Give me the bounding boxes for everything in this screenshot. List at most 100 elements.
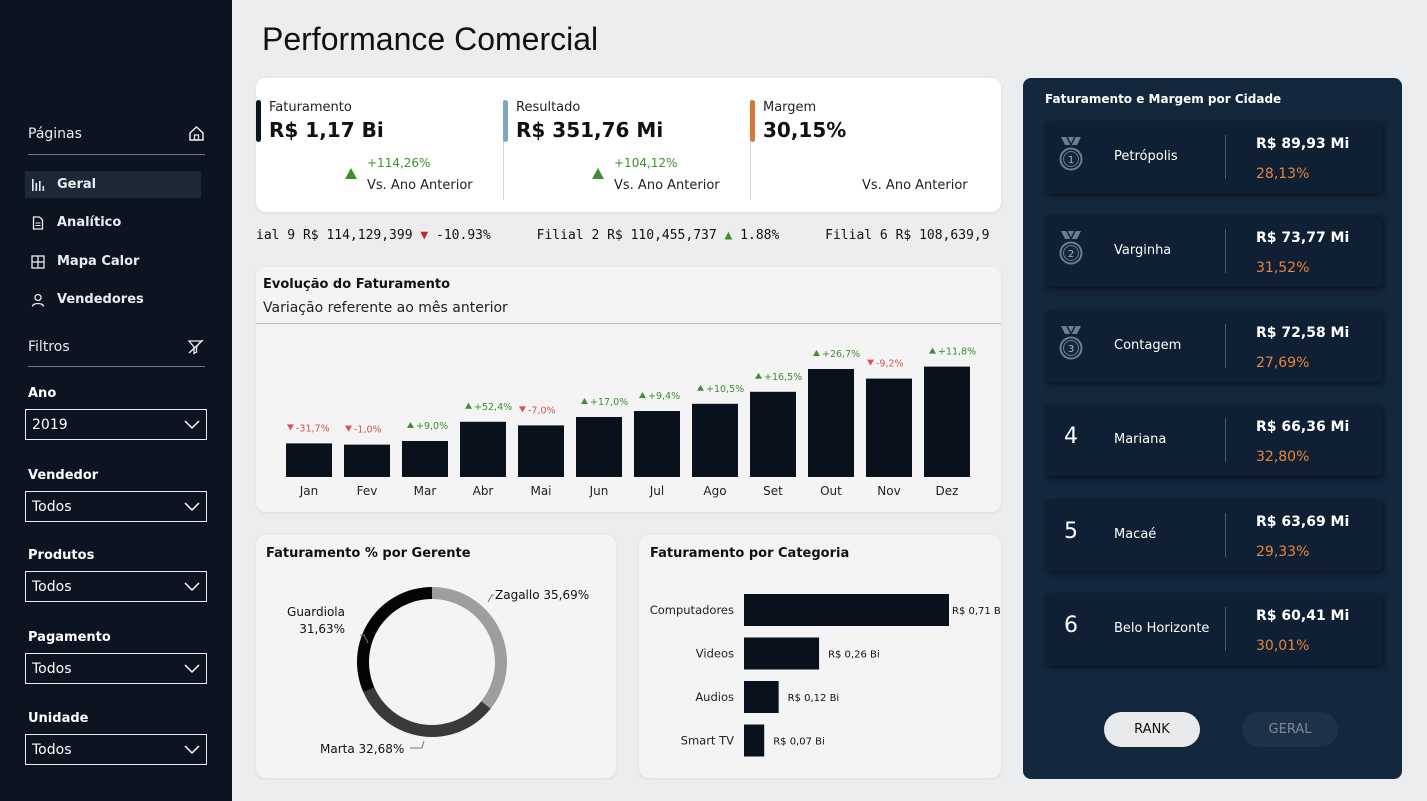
filter-label-vendedor: Vendedor xyxy=(28,468,99,483)
category-title: Faturamento por Categoria xyxy=(650,546,850,561)
ticker-change: 1.88% xyxy=(740,228,780,243)
person-icon xyxy=(31,293,45,307)
variation-label: +11,8% xyxy=(938,347,976,358)
divider xyxy=(28,154,205,155)
x-tick-label: Jun xyxy=(589,484,609,498)
filter-select-ano[interactable]: 2019 xyxy=(25,409,207,440)
chevron-down-icon xyxy=(184,419,200,429)
filters-header: Filtros xyxy=(28,338,205,356)
slice-label-guardiola-value: 31,63% xyxy=(299,622,345,636)
up-arrow-icon xyxy=(345,168,357,179)
filter-value: 2019 xyxy=(32,416,68,433)
bar-jun[interactable] xyxy=(576,417,622,477)
variation-label: -1,0% xyxy=(354,425,382,436)
bar-set[interactable] xyxy=(750,391,796,477)
rank-margin: 31,52% xyxy=(1256,260,1310,276)
kpi-change: +114,26% xyxy=(367,156,431,170)
bar-jul[interactable] xyxy=(634,411,680,477)
variation-label: +9,0% xyxy=(416,421,448,432)
rank-value: R$ 66,36 Mi xyxy=(1256,419,1350,435)
x-tick-label: Abr xyxy=(473,484,494,498)
slice-guardiola[interactable] xyxy=(357,587,432,693)
variation-label: +26,7% xyxy=(822,349,860,360)
clear-filter-icon[interactable] xyxy=(187,338,205,356)
x-tick-label: Dez xyxy=(936,484,959,498)
x-tick-label: Out xyxy=(820,484,842,498)
bar-ago[interactable] xyxy=(692,403,738,477)
variation-label: -31,7% xyxy=(296,423,330,434)
down-arrow-icon xyxy=(287,424,294,431)
kpi-compare: Vs. Ano Anterior xyxy=(614,178,720,193)
kpi-faturamento: Faturamento R$ 1,17 Bi +114,26% Vs. Ano … xyxy=(256,100,502,212)
medal-icon: 3 xyxy=(1059,325,1083,360)
ticker-name: Filial 2 xyxy=(536,228,600,243)
variation-label: +52,4% xyxy=(474,402,512,413)
chevron-down-icon xyxy=(184,501,200,511)
filter-select-unidade[interactable]: Todos xyxy=(25,734,207,765)
bar-mar[interactable] xyxy=(402,441,448,477)
rank-margin: 30,01% xyxy=(1256,638,1310,654)
home-icon[interactable] xyxy=(188,125,205,142)
bar-mai[interactable] xyxy=(518,425,564,477)
leader-line xyxy=(487,594,494,603)
bar-out[interactable] xyxy=(808,369,854,477)
filter-select-pagamento[interactable]: Todos xyxy=(25,653,207,684)
nav-item-vendedores[interactable]: Vendedores xyxy=(25,286,201,313)
kpi-value: 30,15% xyxy=(763,118,847,142)
x-tick-label: Nov xyxy=(877,484,900,498)
up-arrow-icon: ▲ xyxy=(724,228,733,243)
bar-abr[interactable] xyxy=(460,421,506,477)
filter-select-produtos[interactable]: Todos xyxy=(25,571,207,602)
rank-button[interactable]: RANK xyxy=(1104,712,1200,747)
kpi-accent-bar xyxy=(256,100,261,142)
document-icon xyxy=(32,215,44,230)
rank-card-6: 6 Belo Horizonte R$ 60,41 Mi 30,01% xyxy=(1045,593,1382,665)
nav-label: Geral xyxy=(57,177,97,192)
sidebar: Páginas Geral Analítico Mapa Calor Vende… xyxy=(0,0,232,801)
bar-fev[interactable] xyxy=(344,444,390,477)
kpi-value: R$ 1,17 Bi xyxy=(269,118,384,142)
rank-city: Mariana xyxy=(1114,432,1167,447)
evolution-title: Evolução do Faturamento xyxy=(263,277,451,292)
bar-audios[interactable] xyxy=(744,681,779,713)
medal-icon: 2 xyxy=(1059,230,1083,265)
kpi-accent-bar xyxy=(503,100,508,142)
city-ranking-panel: Faturamento e Margem por Cidade 1 Petrópo… xyxy=(1023,78,1402,779)
data-label: R$ 0,12 Bi xyxy=(788,693,840,704)
slice-marta[interactable] xyxy=(363,687,491,737)
rank-position: 6 xyxy=(1064,613,1078,638)
filter-select-vendedor[interactable]: Todos xyxy=(25,491,207,522)
down-arrow-icon xyxy=(345,425,352,432)
bar-videos[interactable] xyxy=(744,637,820,670)
nav-item-geral[interactable]: Geral xyxy=(25,171,201,198)
y-tick-label: Computadores xyxy=(650,603,734,617)
up-arrow-icon xyxy=(697,384,704,391)
variation-label: -7,0% xyxy=(528,405,556,416)
filter-value: Todos xyxy=(32,660,72,677)
slice-zagallo[interactable] xyxy=(432,587,507,709)
y-tick-label: Smart TV xyxy=(681,734,734,748)
bar-nov[interactable] xyxy=(866,378,912,477)
ticker-value: R$ 108,639,9 xyxy=(895,228,990,243)
ticker-item: ial 9 R$ 114,129,399 ▼ -10.93% xyxy=(256,228,491,243)
geral-button[interactable]: GERAL xyxy=(1242,712,1338,747)
rank-value: R$ 60,41 Mi xyxy=(1256,608,1350,624)
kpi-card: Faturamento R$ 1,17 Bi +114,26% Vs. Ano … xyxy=(256,78,1001,212)
kpi-compare: Vs. Ano Anterior xyxy=(367,178,473,193)
bar-smart-tv[interactable] xyxy=(744,724,765,757)
bar-jan[interactable] xyxy=(286,443,332,477)
rank-position: 5 xyxy=(1064,519,1078,544)
up-arrow-icon xyxy=(581,398,588,404)
kpi-accent-bar xyxy=(750,100,755,142)
bar-dez[interactable] xyxy=(924,366,970,477)
up-arrow-icon xyxy=(755,372,762,379)
kpi-value: R$ 351,76 Mi xyxy=(516,118,664,142)
kpi-label: Margem xyxy=(763,100,817,115)
ranking-title: Faturamento e Margem por Cidade xyxy=(1045,92,1282,106)
data-label: R$ 0,71 Bi xyxy=(952,606,1001,617)
ticker-item: Filial 6 R$ 108,639,9 xyxy=(825,228,989,243)
y-tick-label: Audios xyxy=(695,690,734,704)
nav-item-mapa-calor[interactable]: Mapa Calor xyxy=(25,248,201,275)
nav-item-analitico[interactable]: Analítico xyxy=(25,209,201,236)
bar-computadores[interactable] xyxy=(744,594,949,626)
